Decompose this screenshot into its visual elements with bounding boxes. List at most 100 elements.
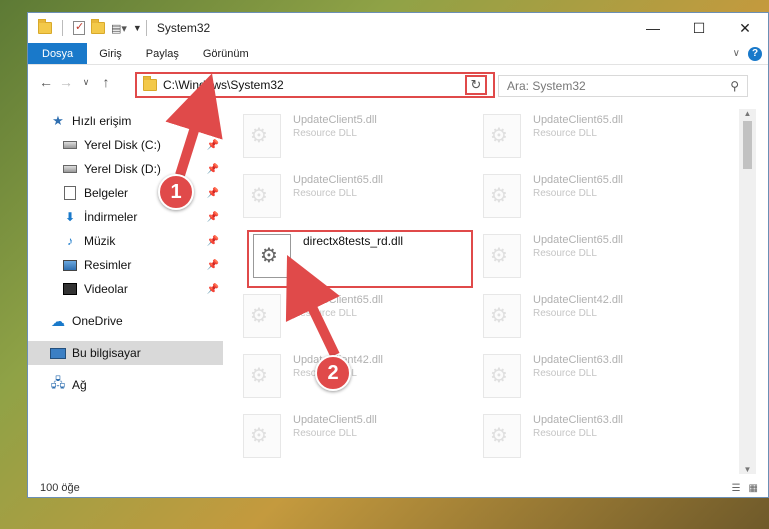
- tab-view[interactable]: Görünüm: [191, 43, 261, 64]
- new-folder-icon[interactable]: [91, 19, 105, 34]
- help-icon[interactable]: ?: [748, 46, 762, 61]
- divider: [62, 20, 63, 36]
- file-item[interactable]: UpdateClient65.dll Resource DLL: [483, 174, 703, 230]
- sidebar-item-music[interactable]: ♪ Müzik 📌: [28, 229, 223, 253]
- window-title: System32: [156, 21, 211, 35]
- file-type: Resource DLL: [533, 308, 597, 319]
- search-input[interactable]: Ara: System32 ⚲: [498, 75, 748, 97]
- pin-icon[interactable]: 📌: [207, 164, 219, 175]
- file-item[interactable]: UpdateClient65.dll Resource DLL: [243, 294, 463, 350]
- file-name: UpdateClient65.dll: [293, 294, 383, 306]
- file-highlight-box: [247, 230, 473, 288]
- sidebar-item-videos[interactable]: Videolar 📌: [28, 277, 223, 301]
- window-controls: — ☐ ✕: [630, 13, 768, 43]
- file-name: UpdateClient65.dll: [293, 174, 383, 186]
- expand-ribbon-icon[interactable]: ∨: [733, 48, 740, 59]
- file-item[interactable]: UpdateClient65.dll Resource DLL: [483, 234, 703, 290]
- dll-file-icon: [243, 294, 281, 338]
- address-bar[interactable]: C:\Windows\System32 ∨: [135, 72, 495, 98]
- chevron-down-icon[interactable]: ▼: [133, 23, 142, 33]
- scroll-up-icon[interactable]: ▲: [739, 109, 756, 118]
- scroll-down-icon[interactable]: ▼: [739, 465, 756, 474]
- tab-file[interactable]: Dosya: [28, 43, 88, 64]
- dll-file-icon: [483, 234, 521, 278]
- sidebar-item-label: Bu bilgisayar: [72, 346, 141, 360]
- dll-file-icon: [483, 114, 521, 158]
- close-button[interactable]: ✕: [722, 13, 768, 43]
- file-item[interactable]: UpdateClient63.dll Resource DLL: [483, 414, 703, 470]
- step-badge-1: 1: [158, 174, 194, 210]
- tab-share[interactable]: Paylaş: [134, 43, 191, 64]
- properties-icon[interactable]: [73, 20, 85, 35]
- address-path: C:\Windows\System32: [163, 78, 284, 92]
- file-item[interactable]: UpdateClient5.dll Resource DLL: [243, 114, 463, 170]
- sidebar-item-downloads[interactable]: ⬇ İndirmeler 📌: [28, 205, 223, 229]
- item-count: 100 öğe: [40, 482, 80, 494]
- minimize-button[interactable]: —: [630, 13, 676, 43]
- sidebar-item-label: Videolar: [84, 282, 128, 296]
- pin-icon[interactable]: 📌: [207, 236, 219, 247]
- sidebar-item-quick-access[interactable]: ★ Hızlı erişim: [28, 109, 223, 133]
- file-item[interactable]: UpdateClient42.dllResource DLL: [483, 294, 703, 350]
- status-bar: 100 öğe ☰ ▦: [28, 478, 768, 498]
- ribbon-right: ∨ ?: [733, 43, 768, 64]
- file-type: Resource DLL: [293, 428, 357, 439]
- view-switcher: ☰ ▦: [732, 483, 758, 494]
- sidebar-item-label: Belgeler: [84, 186, 129, 200]
- file-type: Resource DLL: [293, 188, 357, 199]
- computer-icon: [50, 346, 66, 360]
- file-name: UpdateClient63.dll: [533, 414, 623, 426]
- file-item[interactable]: UpdateClient65.dll Resource DLL: [483, 114, 703, 170]
- document-icon: [62, 186, 78, 200]
- file-item[interactable]: UpdateClient63.dll Resource DLL: [483, 354, 703, 410]
- file-item[interactable]: UpdateClient5.dll Resource DLL: [243, 414, 463, 470]
- dll-file-icon: [243, 414, 281, 458]
- quick-access-toolbar: ▤▾ ▼: [28, 19, 142, 36]
- pin-icon[interactable]: 📌: [207, 212, 219, 223]
- pin-icon[interactable]: 📌: [207, 260, 219, 271]
- navigation-pane: ★ Hızlı erişim Yerel Disk (C:) 📌 Yerel D…: [28, 109, 223, 469]
- dll-file-icon: [243, 174, 281, 218]
- up-arrow-icon[interactable]: ↑: [96, 74, 116, 90]
- pin-icon[interactable]: 📌: [207, 140, 219, 151]
- sidebar-item-label: OneDrive: [72, 314, 123, 328]
- title-bar: ▤▾ ▼ System32 — ☐ ✕: [28, 13, 768, 43]
- forward-arrow-icon[interactable]: →: [56, 74, 76, 90]
- maximize-button[interactable]: ☐: [676, 13, 722, 43]
- sidebar-item-disk-d[interactable]: Yerel Disk (D:) 📌: [28, 157, 223, 181]
- tab-home[interactable]: Giriş: [87, 43, 134, 64]
- sidebar-item-pictures[interactable]: Resimler 📌: [28, 253, 223, 277]
- sidebar-item-onedrive[interactable]: ☁ OneDrive: [28, 309, 223, 333]
- folder-icon: [143, 76, 157, 91]
- scroll-thumb[interactable]: [743, 121, 752, 169]
- refresh-icon[interactable]: ↻: [465, 75, 487, 95]
- sidebar-item-this-pc[interactable]: Bu bilgisayar: [28, 341, 223, 365]
- customize-toolbar-icon[interactable]: ▤▾: [111, 22, 127, 35]
- file-list: UpdateClient5.dll Resource DLL UpdateClie…: [233, 109, 733, 469]
- pin-icon[interactable]: 📌: [207, 188, 219, 199]
- back-arrow-icon[interactable]: ←: [36, 74, 56, 90]
- file-item[interactable]: UpdateClient65.dll Resource DLL: [243, 174, 463, 230]
- details-view-icon[interactable]: ☰: [732, 483, 741, 494]
- dll-file-icon: [483, 414, 521, 458]
- music-icon: ♪: [67, 234, 73, 248]
- file-item[interactable]: UpdateClient42.dllResource DLL: [243, 354, 463, 410]
- sidebar-item-label: Hızlı erişim: [72, 114, 132, 128]
- file-type: Resource DLL: [533, 368, 597, 379]
- sidebar-item-label: Ağ: [72, 378, 87, 392]
- file-type: Resource DLL: [293, 308, 357, 319]
- sidebar-item-disk-c[interactable]: Yerel Disk (C:) 📌: [28, 133, 223, 157]
- search-icon: ⚲: [730, 79, 739, 93]
- recent-locations-icon[interactable]: ∨: [76, 77, 96, 88]
- vertical-scrollbar[interactable]: ▲ ▼: [739, 109, 756, 474]
- sidebar-item-network[interactable]: 🖧 Ağ: [28, 373, 223, 397]
- picture-icon: [62, 258, 78, 272]
- sidebar-item-label: Yerel Disk (D:): [84, 162, 161, 176]
- large-icons-view-icon[interactable]: ▦: [749, 483, 758, 494]
- file-type: Resource DLL: [533, 248, 597, 259]
- file-name: UpdateClient5.dll: [293, 114, 377, 126]
- ribbon-tabs: Dosya Giriş Paylaş Görünüm ∨ ?: [28, 43, 768, 65]
- pin-icon[interactable]: 📌: [207, 284, 219, 295]
- divider: [145, 20, 147, 36]
- file-type: Resource DLL: [533, 128, 597, 139]
